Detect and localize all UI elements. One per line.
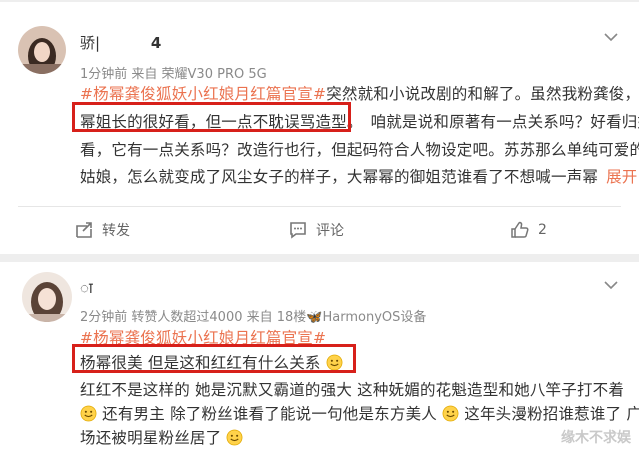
post-text-line: 红红不是这样的 她是沉默又霸道的强大 这种妩媚的花魁造型和她八竿子打不着 <box>80 381 625 399</box>
post-text-line: 还有男主 除了粉丝谁看了能说一句他是东方美人 这年头漫粉招谁惹谁了 广 <box>80 402 639 424</box>
smile-emoji-icon <box>442 405 459 422</box>
post-text-line: #杨幂龚俊狐妖小红娘月红篇官宣#突然就和小说改剧的和解了。虽然我粉龚俊， <box>80 82 639 104</box>
username[interactable]: 骄| 4 <box>80 32 161 53</box>
username[interactable]: ा <box>80 278 93 298</box>
divider <box>18 206 621 207</box>
post-card-2: ा 2分钟前 转赞人数超过4000 来自 18楼🦋HarmonyOS设备 #杨幂… <box>0 262 639 453</box>
username-text[interactable]: 骄| <box>80 34 100 52</box>
post-text-line: 姑娘，怎么就变成了风尘女子的样子，大幂幂的御姐范谁看了不想喊一声幂 展开 <box>80 165 638 187</box>
expand-link[interactable]: 展开 <box>606 168 637 186</box>
comment-button[interactable]: 评论 <box>288 216 344 244</box>
post-meta: 1分钟前 来自 荣耀V30 PRO 5G <box>80 67 267 82</box>
username-suffix: 4 <box>150 34 162 52</box>
comment-icon <box>290 222 306 239</box>
line-text: 咱就是说和原著有一点关系吗？好看归好 <box>370 113 639 131</box>
topic-tag[interactable]: #杨幂龚俊狐妖小红娘月红篇官宣# <box>80 85 326 103</box>
line-text: 姑娘，怎么就变成了风尘女子的样子，大幂幂的御姐范谁看了不想喊一声幂 <box>80 168 599 186</box>
highlight-box <box>72 344 356 373</box>
line-text: 突然就和小说改剧的和解了。虽然我粉龚俊， <box>326 85 639 103</box>
smile-emoji-icon <box>227 429 243 446</box>
post-card-1: 骄| 4 1分钟前 来自 荣耀V30 PRO 5G #杨幂龚俊狐妖小红娘月红篇官… <box>0 2 639 254</box>
share-label: 转发 <box>102 223 130 239</box>
like-icon <box>511 221 529 238</box>
share-button[interactable]: 转发 <box>74 216 130 244</box>
watermark: 缘木不求娱 <box>561 430 631 446</box>
line-text: 还有男主 除了粉丝谁看了能说一句他是东方美人 <box>102 405 437 423</box>
post-text-line: 场还被明星粉丝居了 <box>80 426 243 448</box>
post-meta: 2分钟前 转赞人数超过4000 来自 18楼🦋HarmonyOS设备 <box>80 310 427 325</box>
share-icon <box>76 222 92 238</box>
highlight-box <box>72 102 351 132</box>
line-text: 场还被明星粉丝居了 <box>80 429 222 447</box>
chevron-down-icon[interactable] <box>604 280 618 290</box>
comment-label: 评论 <box>316 223 344 239</box>
like-button[interactable]: 2 <box>510 216 547 244</box>
like-count: 2 <box>538 222 547 238</box>
smile-emoji-icon <box>80 405 97 422</box>
post-text-line: 看，它有一点关系吗？改造行也行，但起码符合人物设定吧。苏苏那么单纯可爱的 <box>80 141 639 159</box>
avatar[interactable] <box>18 26 66 74</box>
line-text: 这年头漫粉招谁惹谁了 广 <box>464 405 639 423</box>
chevron-down-icon[interactable] <box>604 32 618 42</box>
avatar[interactable] <box>22 272 72 322</box>
